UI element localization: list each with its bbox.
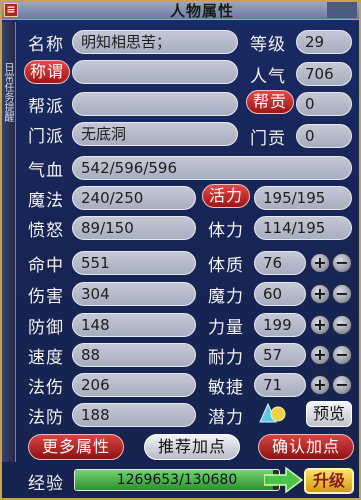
sect-contribution-label: 门贡: [250, 129, 286, 149]
hp-label: 气血: [28, 161, 64, 181]
hp-field: 542/596/596: [72, 156, 352, 180]
preview-button[interactable]: 预览: [306, 401, 352, 427]
combat-stat-label: 命中: [28, 256, 64, 276]
potential-gem-icon: [259, 402, 286, 423]
experience-bar: 1269653/130680: [74, 469, 280, 491]
plus-icon[interactable]: +: [310, 315, 330, 335]
minus-icon[interactable]: −: [332, 253, 352, 273]
stamina-field: 114/195: [254, 216, 352, 240]
combat-stat-value: 206: [72, 373, 196, 397]
combat-stat-label: 法防: [28, 408, 64, 428]
level-field: 29: [296, 30, 352, 54]
level-label: 等级: [250, 35, 286, 55]
right-arrow-icon: [264, 466, 304, 494]
combat-stat-label: 伤害: [28, 287, 64, 307]
title-bar[interactable]: ≡ 人物属性: [2, 2, 359, 20]
combat-stat-value: 551: [72, 251, 196, 275]
plus-icon[interactable]: +: [310, 375, 330, 395]
recommend-points-button[interactable]: 推荐加点: [144, 434, 240, 460]
rage-field: 89/150: [72, 216, 196, 240]
vigor-button[interactable]: 活力: [202, 184, 250, 208]
combat-stat-value: 188: [72, 403, 196, 427]
minus-icon[interactable]: −: [332, 345, 352, 365]
combat-stat-value: 148: [72, 313, 196, 337]
sect-contribution-field: 0: [296, 124, 352, 148]
stamina-label: 体力: [208, 221, 244, 241]
mp-label: 魔法: [28, 191, 64, 211]
minus-icon[interactable]: −: [332, 375, 352, 395]
gang-contribution-field: 0: [296, 92, 352, 116]
name-field: 明知相思苦；: [72, 30, 238, 54]
combat-stat-label: 法伤: [28, 378, 64, 398]
window-title: 人物属性: [169, 2, 234, 20]
combat-stat-value: 88: [72, 343, 196, 367]
attribute-value-endurance: 57: [254, 343, 306, 367]
sect-label: 门派: [28, 127, 64, 147]
title-button[interactable]: 称谓: [24, 60, 70, 84]
combat-stat-label: 速度: [28, 348, 64, 368]
plus-icon[interactable]: +: [310, 284, 330, 304]
attribute-label-magic: 魔力: [208, 287, 244, 307]
attribute-value-agility: 71: [254, 373, 306, 397]
sect-field: 无底洞: [72, 122, 238, 146]
attribute-label-constitution: 体质: [208, 256, 244, 276]
popularity-label: 人气: [250, 67, 286, 87]
gang-label: 帮派: [28, 97, 64, 117]
experience-value: 1269653/130680: [116, 472, 238, 488]
experience-label: 经验: [28, 474, 64, 494]
character-attributes-window: ≡ 人物属性 日常任务提醒 名称 明知相思苦； 等级 29 称谓 人气 706 …: [0, 0, 361, 500]
mp-field: 240/250: [72, 186, 196, 210]
attribute-label-agility: 敏捷: [208, 378, 244, 398]
attribute-value-constitution: 76: [254, 251, 306, 275]
vigor-field: 195/195: [254, 186, 352, 210]
minus-icon[interactable]: −: [332, 284, 352, 304]
attribute-value-strength: 199: [254, 313, 306, 337]
attribute-label-strength: 力量: [208, 318, 244, 338]
rage-label: 愤怒: [28, 221, 64, 241]
name-label: 名称: [28, 35, 64, 55]
confirm-points-button[interactable]: 确认加点: [258, 434, 354, 460]
side-tab-label: 日常任务提醒: [2, 62, 13, 122]
popularity-field: 706: [296, 62, 352, 86]
more-attributes-button[interactable]: 更多属性: [28, 434, 124, 460]
combat-stat-value: 304: [72, 282, 196, 306]
title-field: [72, 60, 238, 84]
level-up-button[interactable]: 升级: [304, 468, 354, 494]
gang-contribution-button[interactable]: 帮贡: [246, 90, 294, 114]
gang-field: [72, 92, 238, 116]
attribute-label-endurance: 耐力: [208, 348, 244, 368]
minus-icon[interactable]: −: [332, 315, 352, 335]
plus-icon[interactable]: +: [310, 253, 330, 273]
plus-icon[interactable]: +: [310, 345, 330, 365]
attribute-value-magic: 60: [254, 282, 306, 306]
side-tab[interactable]: 日常任务提醒: [2, 22, 16, 462]
potential-label: 潜力: [208, 408, 244, 428]
close-icon[interactable]: ≡: [4, 3, 18, 17]
decorative-corner: [327, 2, 357, 18]
combat-stat-label: 防御: [28, 318, 64, 338]
